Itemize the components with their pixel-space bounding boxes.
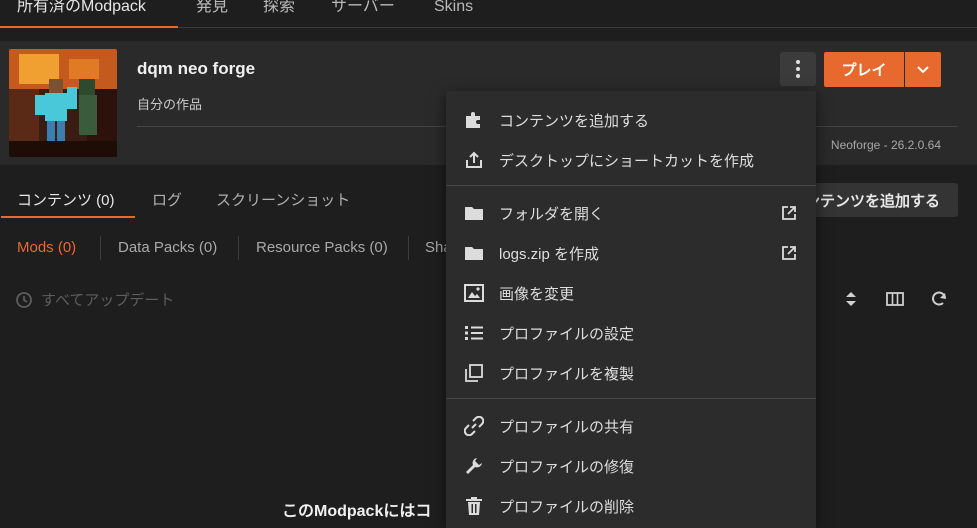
update-all-button[interactable]: すべてアップデート (15, 289, 174, 310)
menu-item-duplicate-profile[interactable]: プロファイルを複製 (446, 355, 816, 391)
wrench-icon (463, 455, 485, 477)
menu-item-repair-profile[interactable]: プロファイルの修復 (446, 448, 816, 484)
share-icon (463, 149, 485, 171)
add-content-button[interactable]: コンテンツを追加する (796, 183, 958, 217)
tab-servers[interactable]: サーバー (331, 0, 395, 26)
subtab-divider (100, 236, 101, 260)
more-options-button[interactable] (780, 52, 816, 86)
tab-skins[interactable]: Skins (434, 0, 473, 26)
menu-item-label: プロファイルを複製 (499, 365, 635, 383)
tab-screenshots[interactable]: スクリーンショット (216, 189, 350, 210)
menu-item-label: デスクトップにショートカットを作成 (499, 152, 755, 170)
menu-item-open-folder[interactable]: フォルダを開く (446, 195, 816, 231)
update-all-label: すべてアップデート (41, 292, 175, 309)
trash-icon (463, 495, 485, 517)
menu-item-label: コンテンツを追加する (499, 112, 650, 130)
top-navigation: 所有済のModpack 発見 探索 サーバー Skins (0, 0, 977, 28)
menu-item-label: プロファイルの削除 (499, 498, 635, 516)
tab-logs[interactable]: ログ (152, 189, 182, 210)
tab-explore[interactable]: 探索 (263, 0, 295, 26)
sort-icon[interactable] (842, 290, 860, 308)
content-tab-indicator (1, 216, 135, 218)
profile-options-menu: コンテンツを追加する デスクトップにショートカットを作成 フォルダを開く log… (446, 91, 816, 528)
menu-divider (446, 398, 816, 399)
menu-item-share-profile[interactable]: プロファイルの共有 (446, 408, 816, 444)
folder-icon (463, 202, 485, 224)
menu-item-create-shortcut[interactable]: デスクトップにショートカットを作成 (446, 142, 816, 178)
chevron-down-icon (917, 65, 929, 73)
loader-version: Neoforge - 26.2.0.64 (830, 138, 941, 152)
menu-item-add-content[interactable]: コンテンツを追加する (446, 102, 816, 138)
menu-item-label: プロファイルの設定 (499, 325, 635, 343)
external-link-icon (780, 244, 798, 262)
play-dropdown-button[interactable] (905, 52, 941, 87)
profile-author: 自分の作品 (137, 97, 203, 112)
menu-item-label: プロファイルの共有 (499, 418, 635, 436)
subtab-data-packs[interactable]: Data Packs (0) (118, 239, 217, 256)
subtab-mods[interactable]: Mods (0) (17, 239, 76, 256)
puzzle-icon (463, 109, 485, 131)
active-tab-indicator (0, 26, 178, 28)
menu-item-label: フォルダを開く (499, 205, 605, 223)
tab-discover[interactable]: 発見 (196, 0, 228, 26)
menu-item-create-logs-zip[interactable]: logs.zip を作成 (446, 235, 816, 271)
link-icon (463, 415, 485, 437)
menu-item-delete-profile[interactable]: プロファイルの削除 (446, 488, 816, 524)
menu-item-label: プロファイルの修復 (499, 458, 635, 476)
profile-title: dqm neo forge (137, 59, 256, 78)
menu-divider (446, 185, 816, 186)
subtab-resource-packs[interactable]: Resource Packs (0) (256, 239, 388, 256)
empty-state-message: このModpackにはコ (282, 503, 432, 520)
external-link-icon (780, 204, 798, 222)
subtab-divider (238, 236, 239, 260)
more-vertical-icon (796, 60, 800, 78)
folder-icon (463, 242, 485, 264)
refresh-icon[interactable] (930, 290, 948, 308)
list-icon (463, 322, 485, 344)
menu-item-profile-settings[interactable]: プロファイルの設定 (446, 315, 816, 351)
menu-item-change-image[interactable]: 画像を変更 (446, 275, 816, 311)
subtab-divider (408, 236, 409, 260)
copy-icon (463, 362, 485, 384)
tab-content[interactable]: コンテンツ (0) (17, 189, 115, 210)
menu-item-label: logs.zip を作成 (499, 245, 600, 263)
menu-item-label: 画像を変更 (499, 285, 575, 303)
history-icon (16, 291, 32, 308)
tab-installed-modpacks[interactable]: 所有済のModpack (17, 0, 146, 26)
columns-icon[interactable] (886, 290, 904, 308)
profile-thumbnail (9, 49, 117, 157)
image-icon (463, 282, 485, 304)
play-button[interactable]: プレイ (824, 52, 904, 87)
